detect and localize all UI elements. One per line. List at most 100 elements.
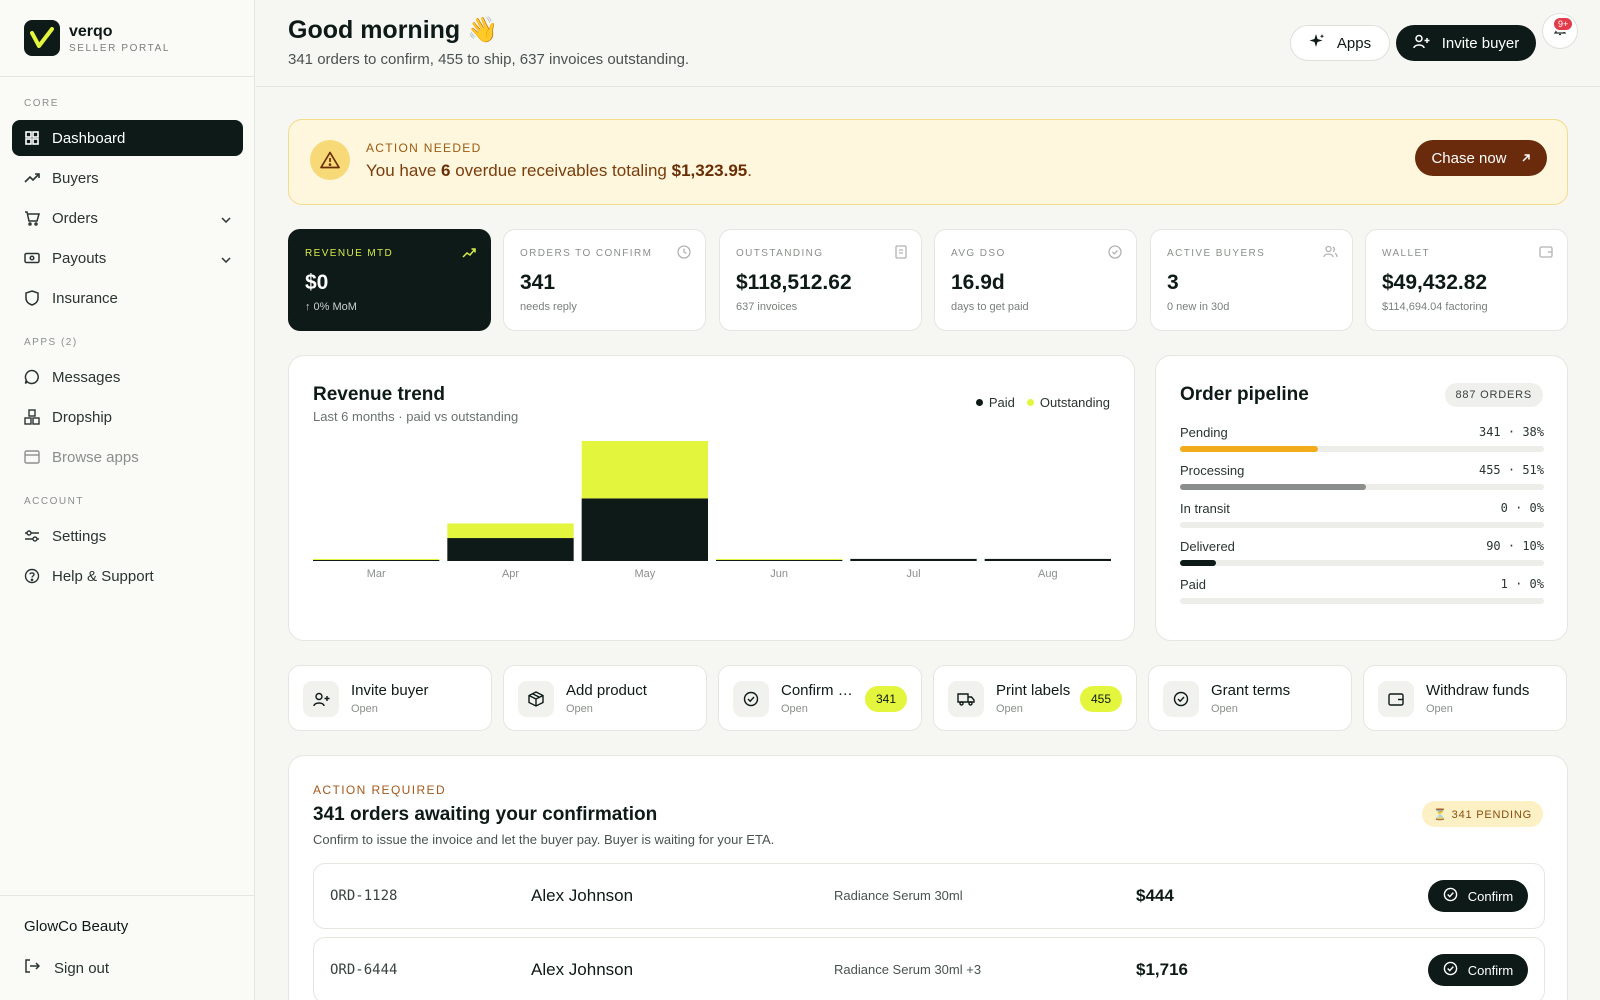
chevron-down-icon[interactable] <box>221 250 231 267</box>
trend-up-icon <box>462 245 476 263</box>
x-tick-label: Apr <box>502 568 519 580</box>
quick-action-title: Print labels <box>996 682 1071 699</box>
kpi-value: $49,432.82 <box>1382 271 1488 294</box>
x-tick-label: Jun <box>770 568 788 580</box>
sidebar-item-label: Insurance <box>52 289 118 307</box>
invite-buyer-button[interactable]: Invite buyer <box>1396 25 1536 61</box>
order-amount: $1,716 <box>1136 960 1188 979</box>
confirm-button[interactable]: Confirm <box>1428 954 1528 986</box>
kpi-outstanding[interactable]: OUTSTANDING $118,512.62 637 invoices <box>719 229 922 331</box>
truck-icon <box>948 681 984 717</box>
sidebar-item-payouts[interactable]: Payouts <box>12 240 243 276</box>
nav-section-account: ACCOUNT <box>24 496 84 507</box>
trend-icon <box>24 170 40 186</box>
quick-action-add-product[interactable]: Add product Open <box>503 665 707 731</box>
kpi-revenue-mtd[interactable]: REVENUE MTD $0 ↑ 0% MoM <box>288 229 491 331</box>
alert-message: You have 6 overdue receivables totaling … <box>366 161 752 180</box>
quick-action-withdraw-funds[interactable]: Withdraw funds Open <box>1363 665 1567 731</box>
legend-paid: Paid <box>975 395 1015 410</box>
sidebar: verqo SELLER PORTAL CORE Dashboard Buyer… <box>0 0 255 1000</box>
bar-paid-may[interactable] <box>581 498 708 561</box>
kpi-avg-dso[interactable]: AVG DSO 16.9d days to get paid <box>934 229 1137 331</box>
pending-badge: ⏳ 341 PENDING <box>1422 801 1543 827</box>
bar-outstanding-jun[interactable] <box>716 558 843 560</box>
pipeline-row-processing[interactable]: Processing 455 · 51% <box>1180 463 1544 490</box>
quick-action-sub: Open <box>996 703 1023 715</box>
apps-button[interactable]: Apps <box>1290 25 1390 61</box>
quick-action-sub: Open <box>1211 703 1238 715</box>
kpi-label: REVENUE MTD <box>305 248 394 259</box>
quick-action-grant-terms[interactable]: Grant terms Open <box>1148 665 1352 731</box>
sidebar-item-messages[interactable]: Messages <box>12 359 243 395</box>
kpi-label: ORDERS TO CONFIRM <box>520 248 653 259</box>
sliders-icon <box>24 528 40 544</box>
kpi-label: AVG DSO <box>951 248 1006 259</box>
pipeline-row-pending[interactable]: Pending 341 · 38% <box>1180 425 1544 452</box>
bar-paid-apr[interactable] <box>447 538 574 561</box>
confirm-button-label: Confirm <box>1467 962 1514 978</box>
order-id[interactable]: ORD-1128 <box>330 888 397 904</box>
help-icon <box>24 568 40 584</box>
revenue-title: Revenue trend <box>313 384 445 405</box>
sidebar-item-help[interactable]: Help & Support <box>12 558 243 594</box>
logo-icon <box>24 20 60 56</box>
brand-name: verqo <box>69 22 113 40</box>
pipeline-row-in-transit[interactable]: In transit 0 · 0% <box>1180 501 1544 528</box>
bar-paid-mar[interactable] <box>313 559 440 561</box>
quick-action-title: Withdraw funds <box>1426 682 1530 699</box>
sign-out-button[interactable]: Sign out <box>24 958 109 978</box>
kpi-value: 341 <box>520 271 556 294</box>
quick-action-print-labels[interactable]: Print labels Open 455 <box>933 665 1137 731</box>
check-circle-icon <box>1443 887 1458 905</box>
order-pipeline-card: Order pipeline 887 ORDERS Pending 341 · … <box>1155 355 1568 641</box>
nav-section-core: CORE <box>24 98 59 109</box>
kpi-value: 16.9d <box>951 271 1005 294</box>
bar-paid-jun[interactable] <box>716 559 843 561</box>
brand[interactable]: verqo SELLER PORTAL <box>0 0 254 77</box>
quick-action-invite-buyer[interactable]: Invite buyer Open <box>288 665 492 731</box>
sidebar-item-browse-apps[interactable]: Browse apps <box>12 439 243 475</box>
bar-paid-jul[interactable] <box>850 558 977 561</box>
sidebar-item-label: Help & Support <box>52 567 154 585</box>
quick-action-title: Add product <box>566 682 647 699</box>
order-id[interactable]: ORD-6444 <box>330 962 397 978</box>
apps-label: Apps <box>1336 34 1372 52</box>
pipeline-row-paid[interactable]: Paid 1 · 0% <box>1180 577 1544 604</box>
shield-icon <box>24 290 40 306</box>
chevron-down-icon[interactable] <box>221 210 231 227</box>
bar-paid-aug[interactable] <box>984 558 1111 561</box>
check-circle-icon <box>1163 681 1199 717</box>
sidebar-item-insurance[interactable]: Insurance <box>12 280 243 316</box>
table-row[interactable]: ORD-6444 Alex Johnson Radiance Serum 30m… <box>313 937 1545 1000</box>
bar-outstanding-may[interactable] <box>581 441 708 499</box>
bar-outstanding-apr[interactable] <box>447 523 574 539</box>
chase-now-button[interactable]: Chase now <box>1415 140 1547 176</box>
kpi-label: WALLET <box>1382 248 1431 259</box>
revenue-trend-card: Revenue trend Last 6 months · paid vs ou… <box>288 355 1135 641</box>
sidebar-item-dropship[interactable]: Dropship <box>12 399 243 435</box>
pipeline-row-delivered[interactable]: Delivered 90 · 10% <box>1180 539 1544 566</box>
sidebar-item-label: Buyers <box>52 169 99 187</box>
confirm-button[interactable]: Confirm <box>1428 880 1528 912</box>
sidebar-item-settings[interactable]: Settings <box>12 518 243 554</box>
sidebar-item-orders[interactable]: Orders <box>12 200 243 236</box>
kpi-sub: 637 invoices <box>736 301 798 313</box>
quick-action-confirm-orders[interactable]: Confirm orders Open 341 <box>718 665 922 731</box>
top-header: Good morning 👋 341 orders to confirm, 45… <box>256 0 1600 87</box>
kpi-orders-to-confirm[interactable]: ORDERS TO CONFIRM 341 needs reply <box>503 229 706 331</box>
company-name: GlowCo Beauty <box>24 918 129 935</box>
confirm-button-label: Confirm <box>1467 888 1514 904</box>
confirm-title: 341 orders awaiting your confirmation <box>313 804 658 825</box>
pipeline-bar <box>1180 446 1319 452</box>
bar-outstanding-mar[interactable] <box>313 558 440 560</box>
kpi-wallet[interactable]: WALLET $49,432.82 $114,694.04 factoring <box>1365 229 1568 331</box>
sparkle-icon <box>1309 33 1325 53</box>
legend-outstanding: Outstanding <box>1026 395 1110 410</box>
order-product: Radiance Serum 30ml +3 <box>834 962 982 977</box>
sidebar-item-label: Orders <box>52 209 98 227</box>
sidebar-item-buyers[interactable]: Buyers <box>12 160 243 196</box>
sidebar-item-dashboard[interactable]: Dashboard <box>12 120 243 156</box>
kpi-active-buyers[interactable]: ACTIVE BUYERS 3 0 new in 30d <box>1150 229 1353 331</box>
table-row[interactable]: ORD-1128 Alex Johnson Radiance Serum 30m… <box>313 863 1545 929</box>
confirm-label: ACTION REQUIRED <box>313 783 447 797</box>
